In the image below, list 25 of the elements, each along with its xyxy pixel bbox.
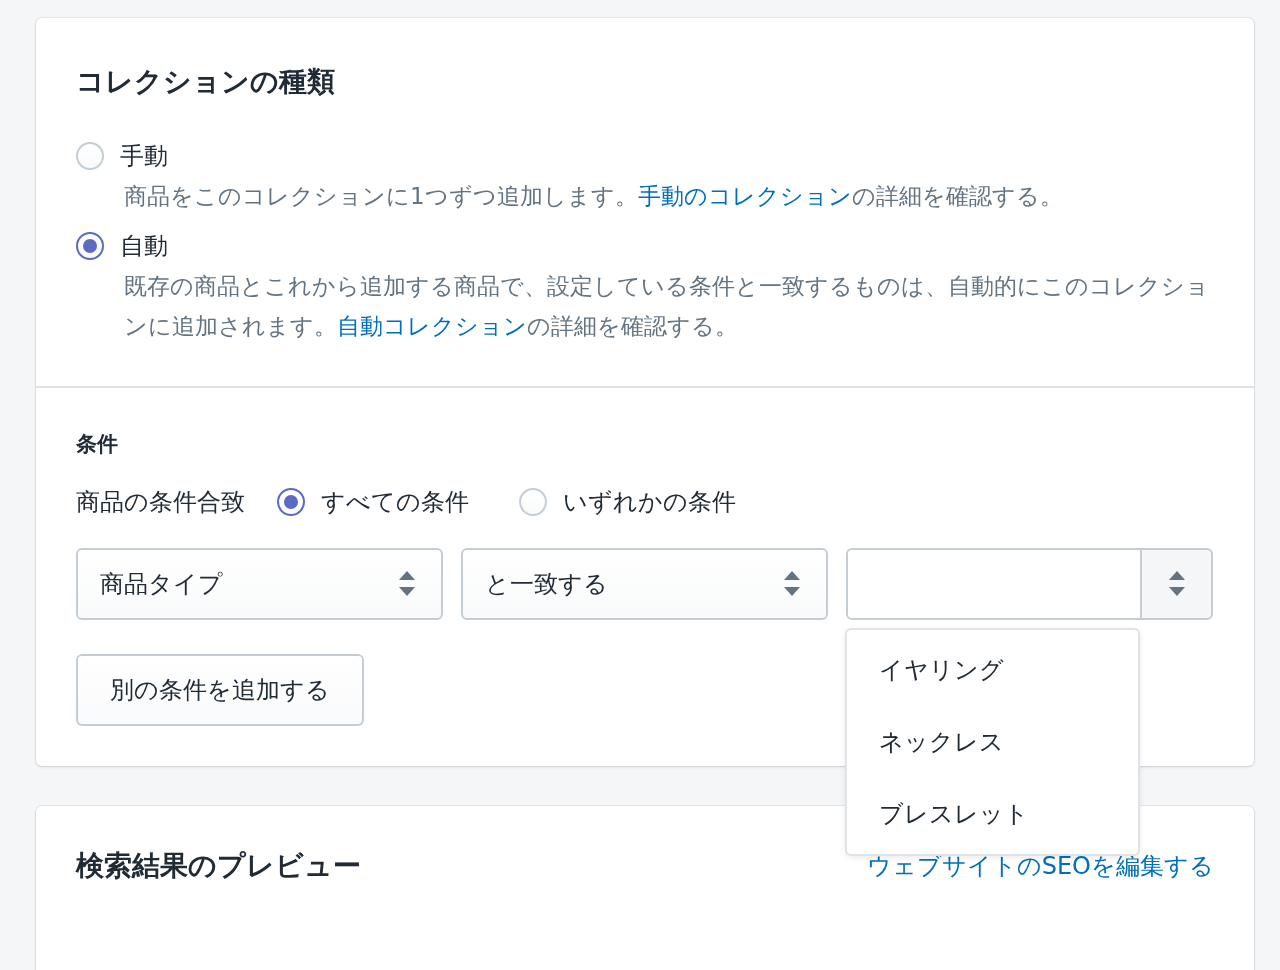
menu-item[interactable]: イヤリング (847, 634, 1138, 706)
option-label: いずれかの条件 (563, 487, 736, 518)
conditions-title: 条件 (76, 431, 119, 458)
section-title: コレクションの種類 (76, 64, 336, 100)
option-label: すべての条件 (321, 487, 469, 518)
option-description: 商品をこのコレクションに1つずつ追加します。手動のコレクションの詳細を確認する。 (124, 182, 1064, 211)
column-select[interactable]: 商品タイプ (76, 548, 443, 620)
help-link[interactable]: 手動のコレクション (637, 183, 852, 209)
menu-item[interactable]: ネックレス (847, 706, 1138, 778)
option-label: 自動 (120, 231, 168, 262)
section-title: 検索結果のプレビュー (76, 848, 361, 884)
updown-icon (1168, 571, 1185, 597)
updown-icon (784, 571, 800, 597)
radio-button[interactable] (76, 232, 104, 260)
add-condition-button[interactable]: 別の条件を追加する (76, 654, 364, 726)
relation-select[interactable]: と一致する (461, 548, 828, 620)
option-label: 手動 (120, 141, 168, 172)
radio-button[interactable] (277, 488, 305, 516)
value-field[interactable] (846, 548, 1140, 620)
menu-item[interactable]: ブレスレット (847, 778, 1138, 850)
stepper-button[interactable] (1140, 548, 1213, 620)
option-description: 既存の商品とこれから追加する商品で、設定している条件と一致するものは、自動的にこのコレクションに追加されます。自動コレクションの詳細を確認する。 (124, 272, 1210, 341)
updown-icon (399, 571, 415, 597)
match-label: 商品の条件合致 (76, 487, 245, 518)
help-link[interactable]: 自動コレクション (337, 313, 527, 339)
